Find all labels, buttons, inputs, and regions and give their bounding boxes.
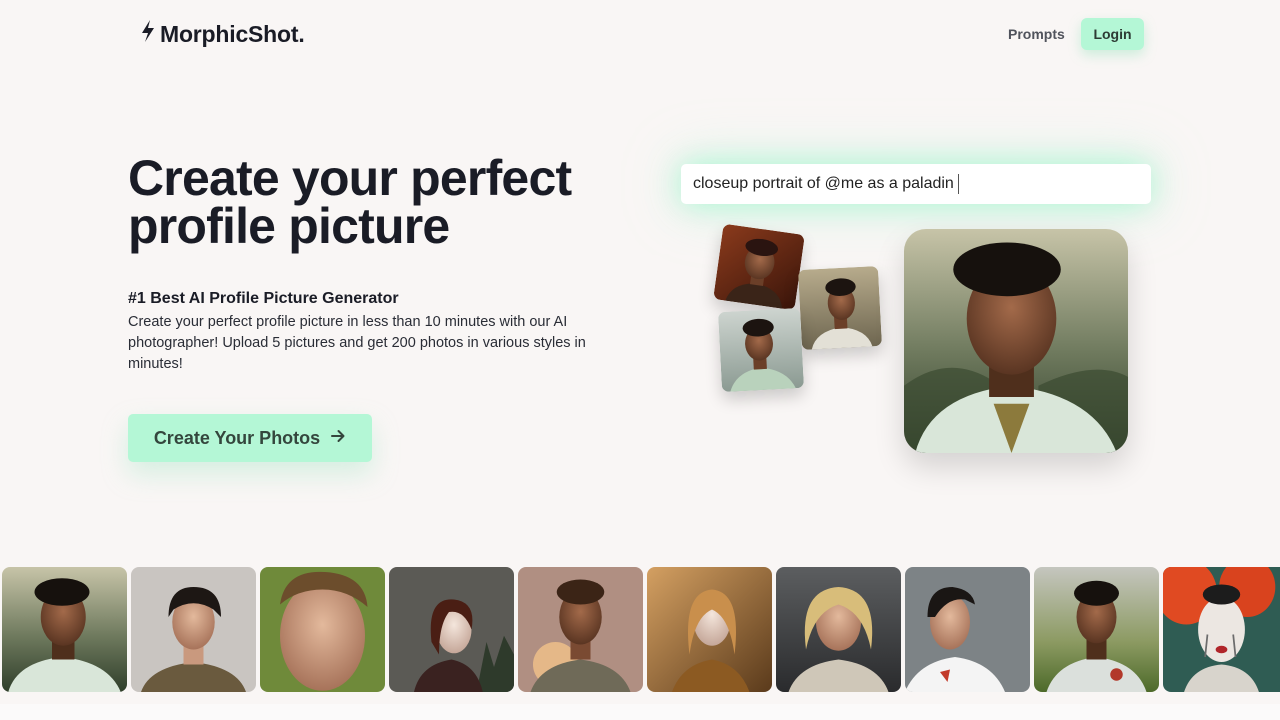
input-photo-1 (713, 223, 805, 311)
gallery-image (260, 567, 385, 692)
site-header: MorphicShot. Prompts Login (0, 0, 1280, 68)
hero-subtitle: #1 Best AI Profile Picture Generator (128, 290, 399, 307)
gallery-image (2, 567, 127, 692)
gallery-image (389, 567, 514, 692)
gallery-image (131, 567, 256, 692)
gallery-image (1163, 567, 1280, 692)
examples-gallery (0, 567, 1280, 693)
logo-text: MorphicShot. (160, 20, 305, 47)
arrow-right-icon (330, 428, 346, 449)
hero-description: Create your perfect profile picture in l… (128, 314, 586, 372)
create-photos-button[interactable]: Create Your Photos (128, 414, 372, 462)
login-button[interactable]: Login (1081, 18, 1144, 50)
lightning-bolt-icon (140, 19, 156, 49)
gallery-image (905, 567, 1030, 692)
gallery-image (1034, 567, 1159, 692)
gallery-image (518, 567, 643, 692)
logo[interactable]: MorphicShot. (140, 19, 305, 49)
prompt-demo-box: closeup portrait of @me as a paladin (681, 164, 1151, 204)
generated-paladin-portrait (904, 229, 1128, 453)
page-fold-divider (0, 704, 1280, 720)
hero-title-line-2: profile picture (128, 198, 450, 254)
nav-prompts-link[interactable]: Prompts (1000, 18, 1073, 50)
input-photo-2 (797, 265, 883, 351)
text-caret (957, 174, 959, 194)
cta-label: Create Your Photos (153, 427, 321, 448)
gallery-image (776, 567, 901, 692)
hero-title: Create your perfect profile picture (128, 153, 648, 251)
gallery-image (647, 567, 772, 692)
prompt-text: closeup portrait of @me as a paladin (693, 175, 954, 192)
input-photo-3 (717, 307, 805, 393)
